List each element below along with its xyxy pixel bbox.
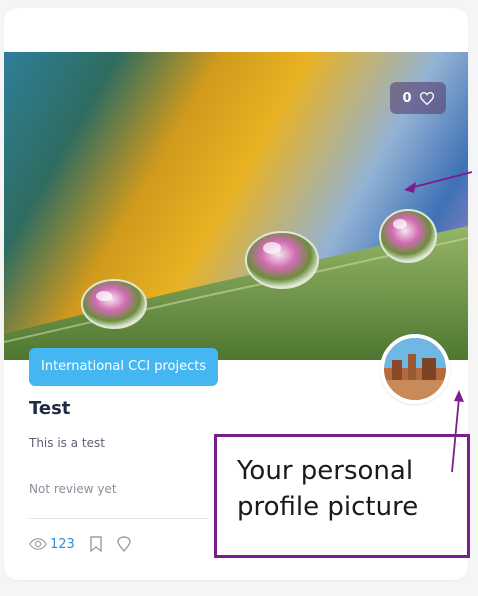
cover-image[interactable]: 0	[4, 52, 468, 360]
pin-icon[interactable]	[117, 536, 131, 552]
annotation-text: Your personal profile picture	[237, 453, 418, 525]
profile-avatar[interactable]	[380, 334, 450, 404]
category-badge[interactable]: International CCI projects	[29, 348, 219, 386]
bookmark-icon[interactable]	[89, 536, 103, 552]
project-description: This is a test	[29, 436, 105, 450]
divider	[29, 518, 209, 519]
views-count: 123	[50, 536, 75, 552]
annotation-line2: profile picture	[237, 492, 419, 522]
project-title[interactable]: Test	[29, 398, 70, 419]
page: 0 International CCI projects Test This i…	[0, 0, 478, 596]
card-footer: 123	[29, 536, 131, 552]
review-status: Not review yet	[29, 482, 117, 496]
likes-badge[interactable]: 0	[390, 82, 446, 114]
likes-count: 0	[402, 90, 412, 106]
avatar-image	[384, 338, 446, 400]
heart-icon	[419, 91, 434, 105]
annotation-callout: Your personal profile picture	[214, 434, 470, 558]
views-counter: 123	[29, 537, 75, 552]
eye-icon	[29, 538, 47, 550]
annotation-line1: Your personal	[237, 456, 414, 486]
